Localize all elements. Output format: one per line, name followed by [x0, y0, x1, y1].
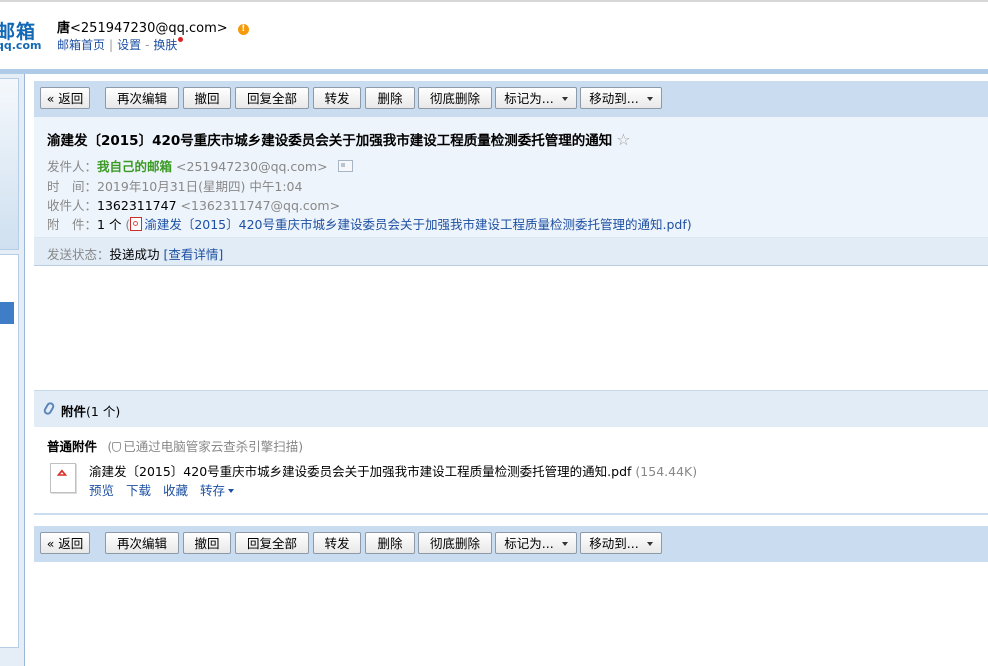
recipient-email: <1362311747@qq.com>	[180, 198, 341, 213]
recall-button[interactable]: 撤回	[183, 532, 231, 554]
attachments-header: 附件(1 个)	[34, 390, 988, 428]
header-nav: 邮箱首页 | 设置 - 换肤	[57, 36, 184, 53]
favorite-link[interactable]: 收藏	[163, 483, 188, 498]
recall-button[interactable]: 撤回	[183, 87, 231, 109]
status-value: 投递成功	[109, 247, 160, 262]
mark-as-label: 标记为...	[504, 536, 554, 551]
sender-email: <251947230@qq.com>	[176, 159, 328, 174]
time-value: 2019年10月31日(星期四) 中午1:04	[97, 179, 303, 194]
skin-link[interactable]: 换肤	[153, 38, 177, 52]
new-dot-icon	[178, 37, 184, 42]
file-ops: 预览 下载 收藏 转存	[89, 480, 246, 499]
recipient-name[interactable]: 1362311747	[97, 198, 177, 213]
move-to-label: 移动到...	[589, 91, 639, 106]
save-to-dropdown[interactable]: 转存	[200, 483, 235, 498]
send-status-bar: 发送状态：投递成功 [查看详情]	[34, 237, 988, 266]
file-name-row: 渝建发〔2015〕420号重庆市城乡建设委员会关于加强我市建设工程质量检测委托管…	[89, 461, 697, 480]
scan-text: 已通过电脑管家云查杀引擎扫描)	[123, 439, 304, 454]
mark-as-label: 标记为...	[504, 91, 554, 106]
edit-again-button[interactable]: 再次编辑	[105, 532, 179, 554]
move-to-dropdown[interactable]: 移动到...	[580, 87, 662, 109]
sender-row: 发件人：我自己的邮箱 <251947230@qq.com>	[47, 156, 353, 175]
status-detail-link[interactable]: [查看详情]	[164, 247, 224, 262]
pdf-icon	[130, 217, 143, 231]
download-link[interactable]: 下载	[126, 483, 151, 498]
chevron-down-icon	[228, 489, 235, 493]
mail-toolbar-top: « 返回 再次编辑 撤回 回复全部 转发 删除 彻底删除 标记为... 移动到.…	[34, 81, 988, 117]
attachments-body: 普通附件 (已通过电脑管家云查杀引擎扫描) ᅀ 渝建发〔2015〕420号重庆市…	[34, 427, 988, 515]
save-to-label: 转存	[200, 483, 226, 498]
pdf-logo-icon: ᅀ	[55, 469, 69, 485]
contact-card-icon[interactable]	[337, 160, 353, 172]
file-name[interactable]: 渝建发〔2015〕420号重庆市城乡建设委员会关于加强我市建设工程质量检测委托管…	[89, 464, 631, 479]
back-button[interactable]: « 返回	[40, 87, 90, 109]
paren-close: )	[686, 217, 692, 232]
attachment-label: 附 件：	[47, 217, 98, 232]
nav-separator: -	[145, 38, 150, 52]
mail-subject: 渝建发〔2015〕420号重庆市城乡建设委员会关于加强我市建设工程质量检测委托管…	[47, 129, 631, 149]
nav-separator: |	[109, 38, 114, 52]
recipient-row: 收件人：1362311747 <1362311747@qq.com>	[47, 195, 340, 214]
back-button[interactable]: « 返回	[40, 532, 90, 554]
mail-home-link[interactable]: 邮箱首页	[57, 38, 105, 52]
attachment-row: 附 件：1 个 ( 渝建发〔2015〕420号重庆市城乡建设委员会关于加强我市建设…	[47, 214, 692, 233]
mark-as-dropdown[interactable]: 标记为...	[495, 87, 577, 109]
pdf-file-icon[interactable]: ᅀ	[50, 463, 78, 493]
attachment-type: 普通附件 (已通过电脑管家云查杀引擎扫描)	[47, 436, 303, 455]
attachment-count: 1 个	[97, 217, 122, 232]
time-row: 时 间：2019年10月31日(星期四) 中午1:04	[47, 176, 302, 195]
settings-link[interactable]: 设置	[117, 38, 141, 52]
user-info: 唐<251947230@qq.com> !	[57, 17, 249, 36]
delete-permanent-button[interactable]: 彻底删除	[418, 87, 492, 109]
top-border	[0, 0, 988, 2]
move-to-dropdown[interactable]: 移动到...	[580, 532, 662, 554]
alert-icon[interactable]: !	[237, 24, 249, 35]
preview-link[interactable]: 预览	[89, 483, 114, 498]
sidebar-panel-top	[0, 78, 19, 250]
reply-all-button[interactable]: 回复全部	[235, 532, 309, 554]
status-label: 发送状态：	[47, 247, 110, 262]
star-icon[interactable]: ☆	[616, 130, 630, 149]
user-name: 唐	[57, 21, 71, 36]
paperclip-icon	[42, 400, 56, 417]
paren-open: (	[121, 217, 131, 232]
edit-again-button[interactable]: 再次编辑	[105, 87, 179, 109]
delete-permanent-button[interactable]: 彻底删除	[418, 532, 492, 554]
delete-button[interactable]: 删除	[365, 532, 415, 554]
scan-status: (已通过电脑管家云查杀引擎扫描)	[107, 439, 303, 454]
mark-as-dropdown[interactable]: 标记为...	[495, 532, 577, 554]
time-label: 时 间：	[47, 179, 98, 194]
recipient-label: 收件人：	[47, 198, 98, 213]
sender-name[interactable]: 我自己的邮箱	[97, 159, 172, 174]
delete-button[interactable]: 删除	[365, 87, 415, 109]
sidebar-selected-item[interactable]	[0, 302, 14, 324]
left-sidebar	[0, 74, 25, 666]
attachments-count: (1 个)	[86, 404, 121, 419]
attachment-link[interactable]: 渝建发〔2015〕420号重庆市城乡建设委员会关于加强我市建设工程质量检测委托管…	[144, 217, 686, 232]
shield-icon	[112, 442, 122, 452]
move-to-label: 移动到...	[589, 536, 639, 551]
chevron-down-icon	[646, 542, 653, 546]
chevron-down-icon	[561, 542, 568, 546]
frame-top-bar	[0, 69, 988, 74]
chevron-down-icon	[646, 97, 653, 101]
sender-label: 发件人：	[47, 159, 98, 174]
forward-button[interactable]: 转发	[313, 87, 361, 109]
user-email: <251947230@qq.com>	[70, 21, 228, 36]
logo-domain: qq.com	[0, 39, 42, 52]
mail-toolbar-bottom: « 返回 再次编辑 撤回 回复全部 转发 删除 彻底删除 标记为... 移动到.…	[34, 526, 988, 562]
attachments-title-text: 附件	[61, 404, 87, 419]
forward-button[interactable]: 转发	[313, 532, 361, 554]
subject-text: 渝建发〔2015〕420号重庆市城乡建设委员会关于加强我市建设工程质量检测委托管…	[47, 133, 613, 149]
chevron-down-icon	[561, 97, 568, 101]
attachment-type-label: 普通附件	[47, 439, 98, 454]
attachments-title: 附件(1 个)	[61, 401, 120, 420]
qq-mail-logo[interactable]: 邮箱 qq.com	[0, 14, 42, 54]
mail-header: 渝建发〔2015〕420号重庆市城乡建设委员会关于加强我市建设工程质量检测委托管…	[34, 117, 988, 237]
file-size: (154.44K)	[635, 464, 698, 479]
reply-all-button[interactable]: 回复全部	[235, 87, 309, 109]
